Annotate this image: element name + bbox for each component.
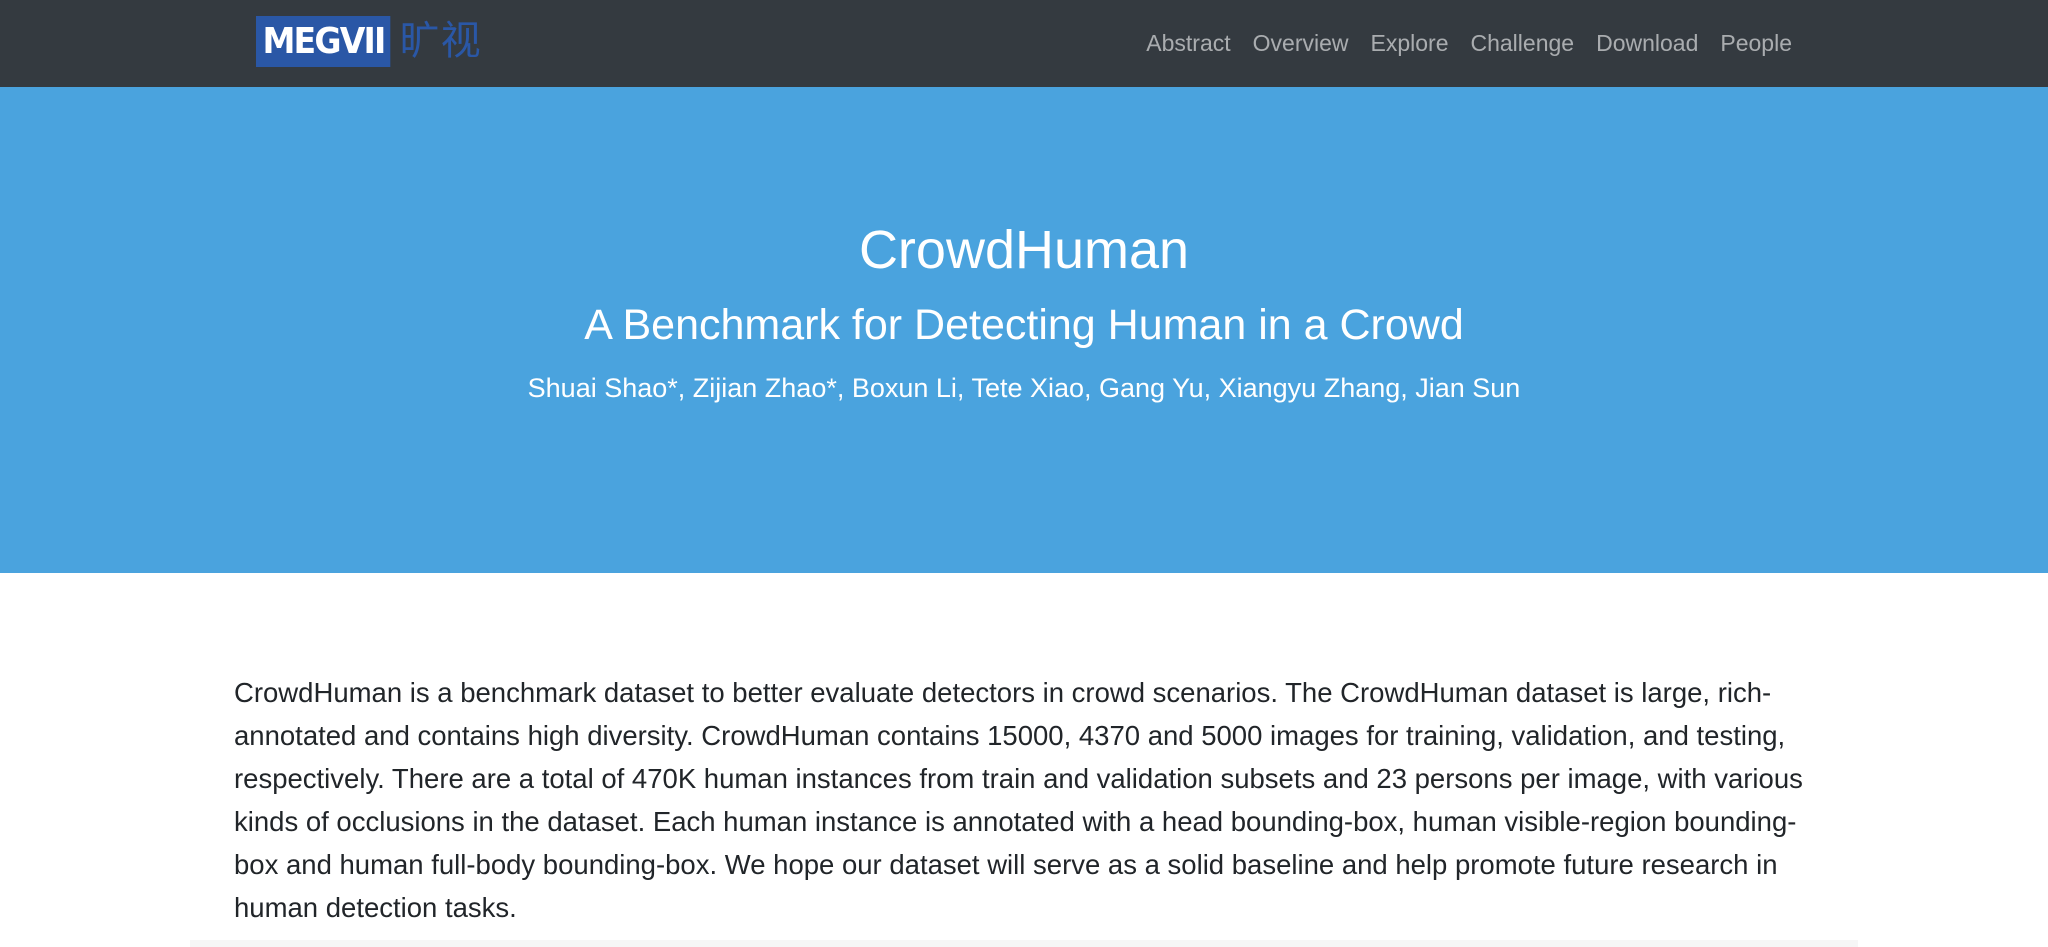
- nav-links: Abstract Overview Explore Challenge Down…: [1135, 0, 1803, 87]
- logo-chinese-text: 旷视: [399, 18, 482, 64]
- nav-link-abstract[interactable]: Abstract: [1135, 30, 1241, 57]
- top-navbar: MEGVII 旷视 Abstract Overview Explore Chal…: [0, 0, 2048, 87]
- nav-link-overview[interactable]: Overview: [1242, 30, 1360, 57]
- nav-link-download[interactable]: Download: [1585, 30, 1709, 57]
- page-title: CrowdHuman: [858, 220, 1190, 280]
- section-divider: [190, 940, 1858, 947]
- nav-link-people[interactable]: People: [1709, 30, 1803, 57]
- megvii-logo[interactable]: MEGVII 旷视: [256, 16, 482, 67]
- author-list: Shuai Shao*, Zijian Zhao*, Boxun Li, Tet…: [527, 373, 1521, 403]
- logo-wordmark: MEGVII: [256, 16, 390, 67]
- nav-link-challenge[interactable]: Challenge: [1459, 30, 1585, 57]
- abstract-paragraph: CrowdHuman is a benchmark dataset to bet…: [234, 677, 1803, 923]
- nav-link-explore[interactable]: Explore: [1360, 30, 1460, 57]
- hero-banner: CrowdHuman A Benchmark for Detecting Hum…: [0, 87, 2048, 573]
- page-subtitle: A Benchmark for Detecting Human in a Cro…: [584, 301, 1464, 349]
